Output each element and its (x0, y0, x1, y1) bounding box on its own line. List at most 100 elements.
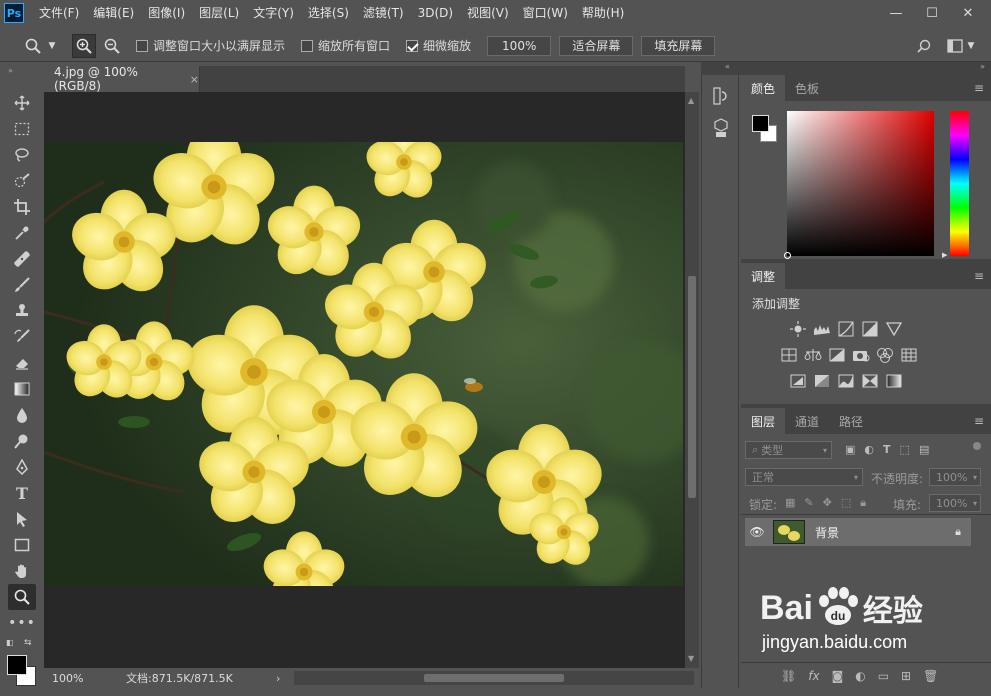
black-white-icon[interactable] (827, 346, 847, 364)
hscroll-thumb[interactable] (424, 674, 565, 682)
checkbox-box[interactable] (301, 39, 314, 52)
resize-windows-checkbox[interactable]: 调整窗口大小以满屏显示 (136, 37, 285, 54)
vibrance-icon[interactable] (884, 320, 904, 338)
fill-field[interactable]: 100% ▾ (929, 494, 981, 512)
threshold-icon[interactable] (836, 372, 856, 390)
opacity-field[interactable]: 100% ▾ (929, 468, 981, 486)
posterize-icon[interactable] (812, 372, 832, 390)
hue-saturation-icon[interactable] (779, 346, 799, 364)
status-arrow-icon[interactable]: › (276, 672, 280, 685)
tab-layers[interactable]: 图层 (741, 408, 786, 434)
new-adjustment-icon[interactable]: ◐ (855, 669, 865, 683)
fill-screen-button[interactable]: 填充屏幕 (641, 35, 716, 56)
type-tool-icon[interactable]: T (8, 480, 36, 506)
3d-panel-icon[interactable] (713, 118, 738, 141)
menu-edit[interactable]: 编辑(E) (86, 0, 141, 26)
photo-filter-icon[interactable] (851, 346, 871, 364)
color-field[interactable] (784, 111, 934, 259)
delete-layer-icon[interactable]: 🗑︎ (923, 669, 938, 683)
adjustment-filter-icon[interactable]: ◐ (864, 443, 874, 456)
gradient-map-icon[interactable] (884, 372, 904, 390)
checkbox-box[interactable] (136, 39, 148, 52)
channel-mixer-icon[interactable] (875, 346, 895, 364)
menu-3d[interactable]: 3D(D) (411, 0, 460, 26)
swap-colors-icon[interactable]: ⇆ (24, 638, 32, 648)
menu-select[interactable]: 选择(S) (301, 0, 356, 26)
color-balance-icon[interactable] (803, 346, 823, 364)
lock-artboard-icon[interactable]: ⬚ (841, 496, 851, 510)
search-icon[interactable] (913, 39, 935, 53)
scrollbar-thumb[interactable] (688, 276, 696, 498)
zoom-value-button[interactable]: 100% (487, 35, 552, 56)
foreground-color-swatch[interactable] (7, 655, 27, 675)
maximize-icon[interactable]: ☐ (915, 4, 949, 22)
link-layers-icon[interactable]: ⛓ (781, 669, 796, 683)
tab-adjustments[interactable]: 调整 (741, 263, 786, 289)
chevron-down-icon[interactable]: ▼ (46, 41, 58, 51)
layer-filter-dropdown[interactable]: ⌕ 类型 ▾ (745, 441, 832, 459)
zoom-out-icon[interactable] (100, 34, 124, 58)
move-tool-icon[interactable] (8, 90, 36, 116)
color-picker-cursor[interactable] (784, 252, 791, 259)
menu-view[interactable]: 视图(V) (460, 0, 516, 26)
type-filter-icon[interactable]: T (883, 443, 891, 456)
lasso-tool-icon[interactable] (8, 142, 36, 168)
menu-window[interactable]: 窗口(W) (516, 0, 575, 26)
zoom-tool-icon[interactable] (20, 38, 46, 54)
tab-channels[interactable]: 通道 (785, 408, 829, 434)
more-tools-icon[interactable]: ••• (8, 610, 36, 636)
fit-screen-button[interactable]: 适合屏幕 (559, 35, 634, 56)
scroll-down-icon[interactable]: ▼ (688, 654, 694, 663)
menu-layer[interactable]: 图层(L) (192, 0, 246, 26)
collapse-icon[interactable]: » (980, 62, 985, 71)
quick-select-tool-icon[interactable] (8, 168, 36, 194)
scrubby-zoom-checkbox[interactable]: 细微缩放 (406, 37, 471, 54)
workspace-icon[interactable] (945, 38, 965, 53)
lock-transparency-icon[interactable]: ▦ (785, 496, 795, 510)
color-fg-swatch[interactable] (752, 115, 769, 132)
layer-name[interactable]: 背景 (815, 524, 839, 541)
visibility-eye-icon[interactable]: 👁︎ (745, 525, 769, 539)
panel-menu-icon[interactable]: ≡ (967, 263, 991, 289)
panel-menu-icon[interactable]: ≡ (967, 75, 991, 101)
horizontal-scrollbar[interactable] (294, 671, 695, 685)
pen-tool-icon[interactable] (8, 454, 36, 480)
levels-icon[interactable] (812, 320, 832, 338)
scroll-up-icon[interactable]: ▲ (688, 96, 694, 105)
history-brush-tool-icon[interactable] (8, 324, 36, 350)
minimize-icon[interactable]: — (879, 4, 913, 22)
blur-tool-icon[interactable] (8, 402, 36, 428)
zoom-tool-active-icon[interactable] (8, 584, 36, 610)
brightness-icon[interactable] (788, 320, 808, 338)
selective-color-icon[interactable] (860, 372, 880, 390)
filter-toggle-icon[interactable] (973, 442, 981, 450)
blend-mode-dropdown[interactable]: 正常 ▾ (745, 468, 863, 486)
toolbar-collapse-icon[interactable]: » (8, 66, 13, 75)
collapse-icon[interactable]: « (725, 62, 730, 71)
lock-pixels-icon[interactable]: ✎ (804, 496, 813, 510)
eyedropper-tool-icon[interactable] (8, 220, 36, 246)
panel-menu-icon[interactable]: ≡ (967, 408, 991, 434)
menu-help[interactable]: 帮助(H) (575, 0, 631, 26)
lock-all-icon[interactable]: 🔒︎ (860, 496, 866, 510)
close-window-icon[interactable]: ✕ (951, 4, 985, 22)
rectangle-tool-icon[interactable] (8, 532, 36, 558)
healing-brush-tool-icon[interactable] (8, 246, 36, 272)
default-colors-icon[interactable]: ◧ (6, 638, 14, 647)
dodge-tool-icon[interactable] (8, 428, 36, 454)
close-tab-icon[interactable]: × (190, 73, 199, 86)
pixel-filter-icon[interactable]: ▣ (845, 443, 855, 456)
menu-type[interactable]: 文字(Y) (246, 0, 301, 26)
curves-icon[interactable] (836, 320, 856, 338)
hue-slider[interactable] (950, 111, 969, 256)
status-zoom[interactable]: 100% (44, 672, 90, 685)
brush-tool-icon[interactable] (8, 272, 36, 298)
tab-paths[interactable]: 路径 (829, 408, 873, 434)
new-group-icon[interactable]: ▭ (878, 669, 889, 683)
hand-tool-icon[interactable] (8, 558, 36, 584)
invert-icon[interactable] (788, 372, 808, 390)
eraser-tool-icon[interactable] (8, 350, 36, 376)
marquee-tool-icon[interactable] (8, 116, 36, 142)
path-select-tool-icon[interactable] (8, 506, 36, 532)
vertical-scrollbar[interactable]: ▲ ▼ (685, 92, 699, 668)
